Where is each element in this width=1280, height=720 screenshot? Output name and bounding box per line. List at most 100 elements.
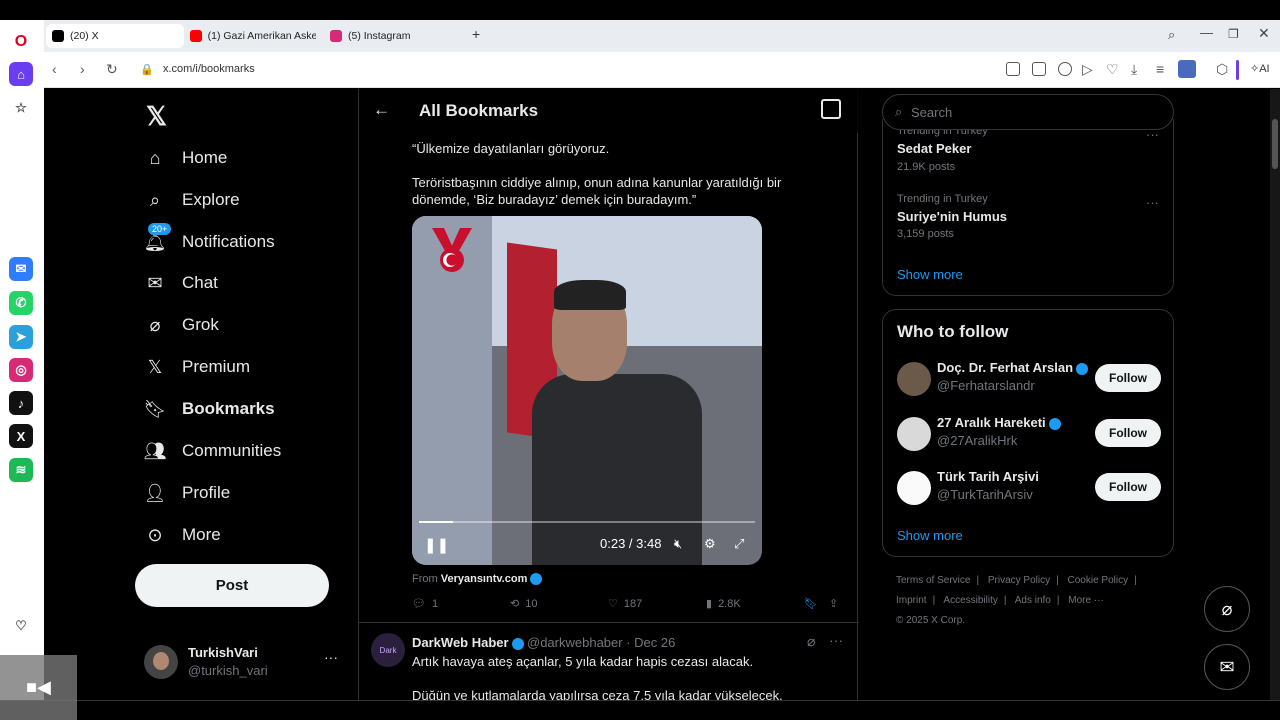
search-tabs-icon[interactable]: ⌕: [1168, 27, 1175, 43]
footer-link[interactable]: Terms of Service: [896, 575, 970, 586]
trend-count: 21.9K posts: [897, 161, 956, 173]
messenger-icon[interactable]: ✉: [9, 257, 33, 281]
ai-button[interactable]: ✧AI: [1250, 62, 1270, 75]
telegram-icon[interactable]: ➤: [9, 325, 33, 349]
reply-button[interactable]: 💬︎ 1: [412, 597, 438, 611]
minimize-icon[interactable]: —: [1200, 25, 1213, 40]
nav-home[interactable]: ⌂ Home: [144, 147, 228, 169]
user-handle: @27AralikHrk: [937, 433, 1018, 448]
footer-link[interactable]: Cookie Policy: [1068, 575, 1129, 586]
instagram-icon[interactable]: ◎: [9, 358, 33, 382]
page-title: All Bookmarks: [419, 101, 539, 120]
search-input[interactable]: ⌕ Search: [882, 94, 1174, 130]
grok-icon[interactable]: ⌀: [807, 633, 815, 650]
tab-youtube[interactable]: (1) Gazi Amerikan Askeri …: [184, 24, 322, 48]
footer-link[interactable]: More ···: [1068, 595, 1104, 606]
source-link[interactable]: Veryansıntv.com: [441, 573, 528, 585]
shield-icon[interactable]: [1058, 62, 1072, 76]
more-icon[interactable]: ···: [324, 649, 338, 665]
post-button[interactable]: Post: [135, 564, 329, 607]
opera-logo-icon[interactable]: O: [9, 30, 33, 54]
back-arrow-icon[interactable]: ←: [373, 100, 390, 120]
show-more-link[interactable]: Show more: [897, 267, 963, 282]
tweet-card[interactable]: Dark DarkWeb Haber @darkwebhaber · Dec 2…: [359, 623, 859, 700]
opera-sidebar: O ⌂ ☆ ✉ ✆ ➤ ◎ ♪ X ≋ ♡: [0, 20, 44, 720]
x-app-icon[interactable]: X: [9, 424, 33, 448]
menu-icon[interactable]: ≡: [1156, 61, 1164, 77]
nav-grok[interactable]: ⌀ Grok: [144, 314, 219, 336]
spotify-icon[interactable]: ≋: [9, 458, 33, 482]
camera-icon[interactable]: [1032, 62, 1046, 76]
whatsapp-icon[interactable]: ✆: [9, 291, 33, 315]
views-button[interactable]: ▮ 2.8K: [706, 597, 741, 611]
show-more-link[interactable]: Show more: [897, 528, 963, 543]
url-field[interactable]: x.com/i/bookmarks: [163, 63, 255, 75]
more-icon[interactable]: ···: [829, 632, 843, 648]
follow-suggestion[interactable]: Türk Tarih Arşivi @TurkTarihArsiv Follow: [897, 467, 1161, 507]
add-bookmark-folder-icon[interactable]: [821, 99, 841, 119]
verified-icon: [530, 573, 543, 586]
repost-button[interactable]: ⟲ 10: [510, 597, 537, 611]
like-button[interactable]: ♡ 187: [608, 597, 642, 611]
close-window-icon[interactable]: ✕: [1258, 25, 1270, 42]
footer-link[interactable]: Ads info: [1015, 595, 1051, 606]
trend-name[interactable]: Suriye'nin Humus: [897, 209, 1007, 224]
follow-suggestion[interactable]: Doç. Dr. Ferhat Arslan @Ferhatarslandr F…: [897, 358, 1161, 398]
account-switcher[interactable]: TurkishVari @turkish_vari ···: [144, 641, 344, 685]
bookmark-icon: 🔖︎: [804, 598, 818, 610]
more-icon[interactable]: ···: [1146, 195, 1159, 210]
scrollbar[interactable]: [1270, 89, 1280, 700]
cube-icon[interactable]: ⬡: [1216, 61, 1228, 78]
download-icon[interactable]: ⤓: [1131, 61, 1137, 78]
settings-icon[interactable]: ⚙: [704, 536, 716, 552]
reply-icon: 💬︎: [412, 598, 426, 610]
youtube-favicon-icon: [190, 30, 202, 42]
new-tab-button[interactable]: +: [472, 26, 480, 42]
tab-instagram[interactable]: (5) Instagram: [324, 24, 462, 48]
edit-icon[interactable]: [1006, 62, 1020, 76]
trend-name[interactable]: Sedat Peker: [897, 141, 971, 156]
star-icon[interactable]: ☆: [9, 96, 33, 120]
reload-icon[interactable]: ↻: [106, 61, 118, 78]
tab-x[interactable]: (20) X: [46, 24, 184, 48]
nav-profile[interactable]: 👤︎ Profile: [144, 482, 231, 504]
tweet-author-name[interactable]: DarkWeb Haber: [412, 635, 524, 650]
avatar: [897, 471, 931, 505]
fullscreen-icon[interactable]: ⤢: [734, 536, 744, 552]
nav-chat[interactable]: ✉ Chat: [144, 272, 218, 294]
messages-fab-button[interactable]: ✉: [1204, 644, 1250, 690]
follow-button[interactable]: Follow: [1095, 364, 1161, 392]
follow-button[interactable]: Follow: [1095, 473, 1161, 501]
home-shortcut-icon[interactable]: ⌂: [9, 62, 33, 86]
share-button[interactable]: ⇪: [829, 597, 838, 610]
nav-notifications[interactable]: 🔔︎ 20+ Notifications: [144, 223, 275, 253]
nav-explore[interactable]: ⌕ Explore: [144, 189, 240, 211]
video-progress[interactable]: [419, 521, 755, 523]
x-logo-icon[interactable]: 𝕏: [146, 101, 167, 132]
footer-link[interactable]: Privacy Policy: [988, 575, 1050, 586]
nav-more[interactable]: ⊙ More: [144, 524, 220, 546]
footer-link[interactable]: Accessibility: [943, 595, 997, 606]
forward-icon[interactable]: ›: [80, 61, 85, 77]
tweet-author-handle[interactable]: @darkwebhaber · Dec 26: [527, 635, 675, 650]
nav-bookmarks[interactable]: 🔖︎ Bookmarks: [144, 398, 275, 420]
tiktok-icon[interactable]: ♪: [9, 391, 33, 415]
avatar[interactable]: Dark: [371, 633, 405, 667]
heart-icon[interactable]: ♡: [9, 614, 33, 638]
nav-premium[interactable]: 𝕏 Premium: [144, 356, 250, 378]
profile-avatar[interactable]: [1178, 60, 1196, 78]
pause-icon[interactable]: ❚❚: [424, 536, 449, 554]
play-icon[interactable]: ▷: [1082, 61, 1093, 78]
nav-communities[interactable]: 👥︎ Communities: [144, 440, 282, 462]
heart-icon[interactable]: ♡: [1106, 61, 1119, 78]
nav-label: Chat: [182, 273, 218, 292]
mute-icon[interactable]: 🔇︎: [674, 536, 682, 552]
follow-button[interactable]: Follow: [1095, 419, 1161, 447]
tweet-video[interactable]: ❚❚ 0:23 / 3:48 🔇︎ ⚙ ⤢: [412, 216, 762, 565]
footer-link[interactable]: Imprint: [896, 595, 927, 606]
bookmark-button[interactable]: 🔖︎: [804, 597, 818, 610]
grok-fab-button[interactable]: ⌀: [1204, 586, 1250, 632]
back-icon[interactable]: ‹: [52, 61, 57, 77]
follow-suggestion[interactable]: 27 Aralık Hareketi @27AralikHrk Follow: [897, 413, 1161, 453]
restore-icon[interactable]: ❐: [1228, 27, 1239, 41]
